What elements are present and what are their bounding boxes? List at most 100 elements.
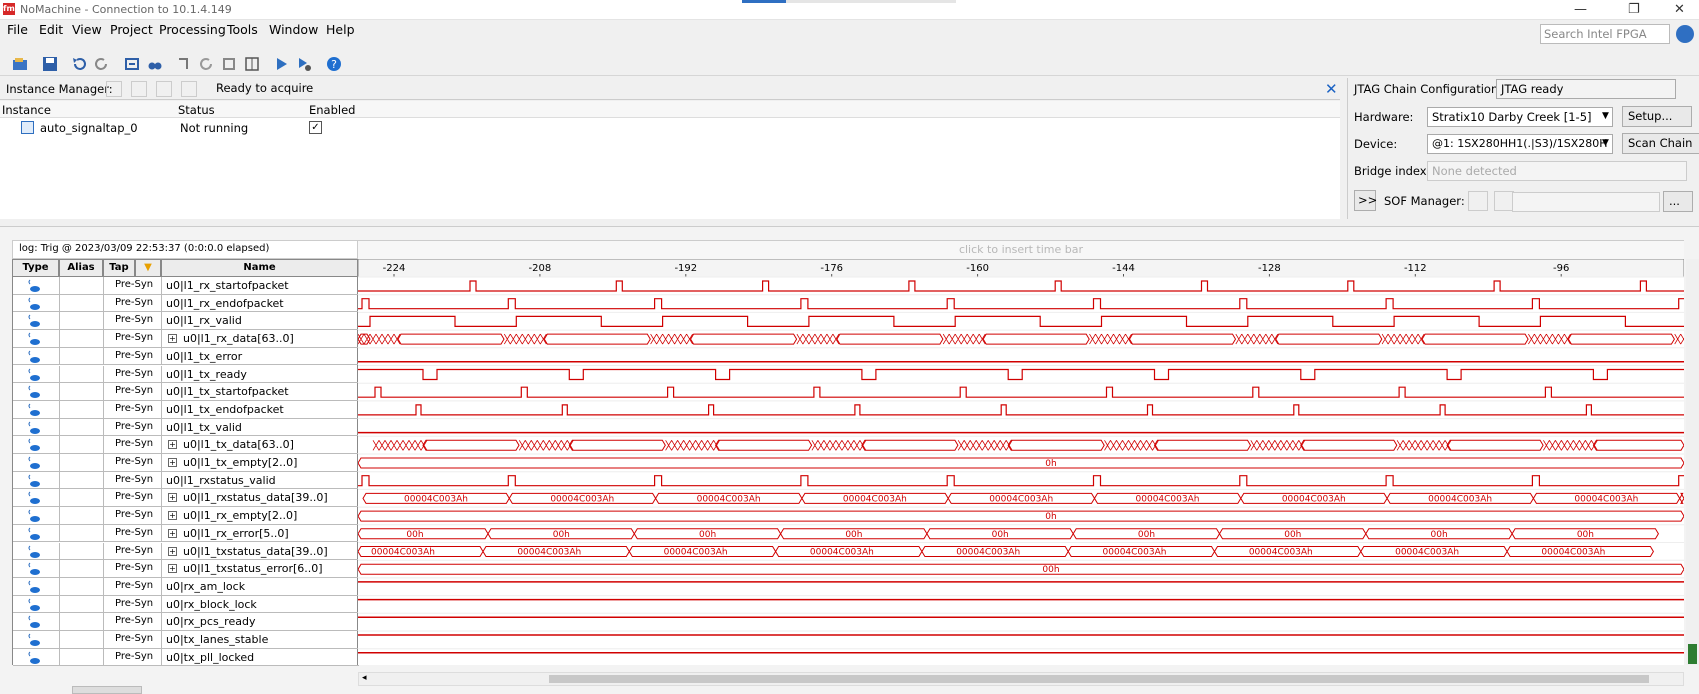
col-type[interactable]: Type <box>12 259 59 277</box>
signal-row[interactable]: Pre-Syn u0|l1_rx_endofpacket <box>13 294 359 313</box>
bus-transition <box>1543 440 1598 451</box>
menu-project[interactable]: Project <box>110 22 153 37</box>
vscroll-thumb[interactable] <box>1688 644 1697 664</box>
device-select[interactable]: @1: 1SX280HH1(.|S3)/1SX280H <box>1427 134 1613 154</box>
col-alias[interactable]: Alias <box>59 259 103 277</box>
signal-list: Pre-Syn u0|l1_rx_startofpacket Pre-Syn u0|l… <box>12 277 359 667</box>
programmer-icon[interactable] <box>296 56 312 72</box>
col-enabled[interactable]: Enabled <box>309 103 355 117</box>
expand-bus-icon[interactable]: + <box>168 528 177 538</box>
bus-segment <box>1300 439 1398 451</box>
minimize-icon[interactable]: — <box>1574 2 1587 17</box>
menu-edit[interactable]: Edit <box>39 22 63 37</box>
im-read-icon[interactable] <box>181 81 197 97</box>
binoculars-icon[interactable] <box>147 56 163 72</box>
bottom-tab[interactable] <box>72 686 142 694</box>
signal-row[interactable]: Pre-Syn + u0|l1_rx_empty[2..0] <box>13 507 359 525</box>
signal-row[interactable]: Pre-Syn u0|l1_rxstatus_valid <box>13 471 359 490</box>
undo-icon[interactable] <box>71 56 87 72</box>
expand-bus-icon[interactable]: + <box>168 564 177 574</box>
read-data-icon[interactable] <box>244 56 260 72</box>
expand-bus-icon[interactable]: + <box>168 440 177 450</box>
redo-icon[interactable] <box>94 56 110 72</box>
menu-file[interactable]: File <box>7 22 28 37</box>
scan-chain-button[interactable]: Scan Chain <box>1622 133 1699 154</box>
node-finder-icon[interactable] <box>124 56 140 72</box>
sof-file-field[interactable] <box>1512 192 1660 212</box>
menu-help[interactable]: Help <box>326 22 355 37</box>
menu-tools[interactable]: Tools <box>227 22 258 37</box>
col-filter[interactable]: ▼ <box>135 259 161 277</box>
signal-row[interactable]: Pre-Syn u0|l1_rx_valid <box>13 312 359 331</box>
im-run-icon[interactable] <box>131 81 147 97</box>
tap-label: Pre-Syn <box>115 349 154 361</box>
waveform-area[interactable]: -224-208-192-176-160-144-128-112-96-80-6… <box>358 259 1684 665</box>
autorun-icon[interactable] <box>176 56 192 72</box>
signal-row[interactable]: Pre-Syn u0|rx_pcs_ready <box>13 613 359 631</box>
sof-browse-button[interactable]: ... <box>1663 191 1693 212</box>
col-instance[interactable]: Instance <box>2 103 51 117</box>
bus-segment <box>568 439 666 451</box>
signal-row[interactable]: Pre-Syn + u0|l1_tx_data[63..0] <box>13 436 359 454</box>
signal-row[interactable]: Pre-Syn u0|l1_tx_startofpacket <box>13 383 359 401</box>
col-status[interactable]: Status <box>178 103 215 117</box>
menu-window[interactable]: Window <box>269 22 318 37</box>
stop-icon[interactable] <box>221 56 237 72</box>
scroll-left-icon[interactable]: ◂ <box>362 673 367 683</box>
scroll-thumb[interactable] <box>549 675 1649 683</box>
expand-button[interactable]: >> <box>1354 190 1377 211</box>
signal-row[interactable]: Pre-Syn u0|tx_pll_locked <box>13 648 359 667</box>
enabled-checkbox[interactable]: ✓ <box>309 121 322 134</box>
bus-value: 00004C003Ah <box>1574 494 1638 504</box>
expand-bus-icon[interactable]: + <box>168 493 177 503</box>
search-input[interactable]: Search Intel FPGA <box>1540 24 1670 44</box>
sof-attach-icon[interactable] <box>1494 191 1514 211</box>
hardware-dropdown-icon[interactable]: ▼ <box>1602 111 1609 121</box>
setup-button[interactable]: Setup... <box>1622 106 1692 127</box>
close-panel-icon[interactable]: ✕ <box>1325 80 1338 98</box>
signal-row[interactable]: Pre-Syn u0|l1_tx_endofpacket <box>13 400 359 419</box>
signal-row[interactable]: Pre-Syn + u0|l1_rxstatus_data[39..0] <box>13 489 359 508</box>
run-icon[interactable] <box>273 56 289 72</box>
restore-icon[interactable]: ❐ <box>1628 2 1640 17</box>
menu-view[interactable]: View <box>72 22 102 37</box>
signal-row[interactable]: Pre-Syn u0|rx_block_lock <box>13 595 359 614</box>
close-icon[interactable]: ✕ <box>1674 2 1685 17</box>
expand-bus-icon[interactable]: + <box>168 511 177 521</box>
sof-program-icon[interactable] <box>1468 191 1488 211</box>
im-stop-icon[interactable] <box>156 81 172 97</box>
signal-row[interactable]: Pre-Syn + u0|l1_rx_data[63..0] <box>13 330 359 348</box>
horizontal-scrollbar[interactable]: ◂ <box>358 672 1684 686</box>
col-name[interactable]: Name <box>161 259 358 277</box>
expand-bus-icon[interactable]: + <box>168 546 177 556</box>
signal-row[interactable]: Pre-Syn u0|tx_lanes_stable <box>13 631 359 649</box>
time-tick-label: -224 <box>383 263 406 274</box>
signal-row[interactable]: Pre-Syn u0|rx_am_lock <box>13 577 359 596</box>
search-icon[interactable] <box>1676 25 1694 43</box>
menu-processing[interactable]: Processing <box>159 22 226 37</box>
insert-time-bar-strip[interactable]: click to insert time bar <box>358 240 1684 259</box>
filter-icon[interactable]: ▼ <box>144 262 152 273</box>
expand-bus-icon[interactable]: + <box>168 334 177 344</box>
signal-row[interactable]: Pre-Syn u0|l1_tx_valid <box>13 418 359 437</box>
save-icon[interactable] <box>42 56 58 72</box>
signal-row[interactable]: Pre-Syn + u0|l1_txstatus_data[39..0] <box>13 542 359 561</box>
open-icon[interactable] <box>12 56 28 72</box>
run-analysis-icon[interactable] <box>199 56 215 72</box>
help-icon[interactable]: ? <box>326 56 342 72</box>
signal-row[interactable]: Pre-Syn + u0|l1_rx_error[5..0] <box>13 524 359 543</box>
signal-name: u0|l1_tx_endofpacket <box>166 402 284 416</box>
alias-cell <box>60 595 104 613</box>
expand-bus-icon[interactable]: + <box>168 458 177 467</box>
col-tap[interactable]: Tap <box>103 259 135 277</box>
signal-row[interactable]: Pre-Syn + u0|l1_txstatus_error[6..0] <box>13 560 359 578</box>
signal-row[interactable]: Pre-Syn u0|l1_tx_error <box>13 347 359 366</box>
signal-row[interactable]: Pre-Syn u0|l1_tx_ready <box>13 365 359 384</box>
hardware-select[interactable]: Stratix10 Darby Creek [1-5] <box>1427 107 1613 127</box>
vertical-scrollbar[interactable] <box>1686 259 1699 665</box>
device-dropdown-icon[interactable]: ▼ <box>1602 138 1609 148</box>
signal-row[interactable]: Pre-Syn u0|l1_rx_startofpacket <box>13 277 359 295</box>
im-autorun-icon[interactable] <box>106 81 122 97</box>
signal-row[interactable]: Pre-Syn + u0|l1_tx_empty[2..0] <box>13 454 359 472</box>
instance-row[interactable]: auto_signaltap_0 Not running ✓ <box>0 119 1340 136</box>
